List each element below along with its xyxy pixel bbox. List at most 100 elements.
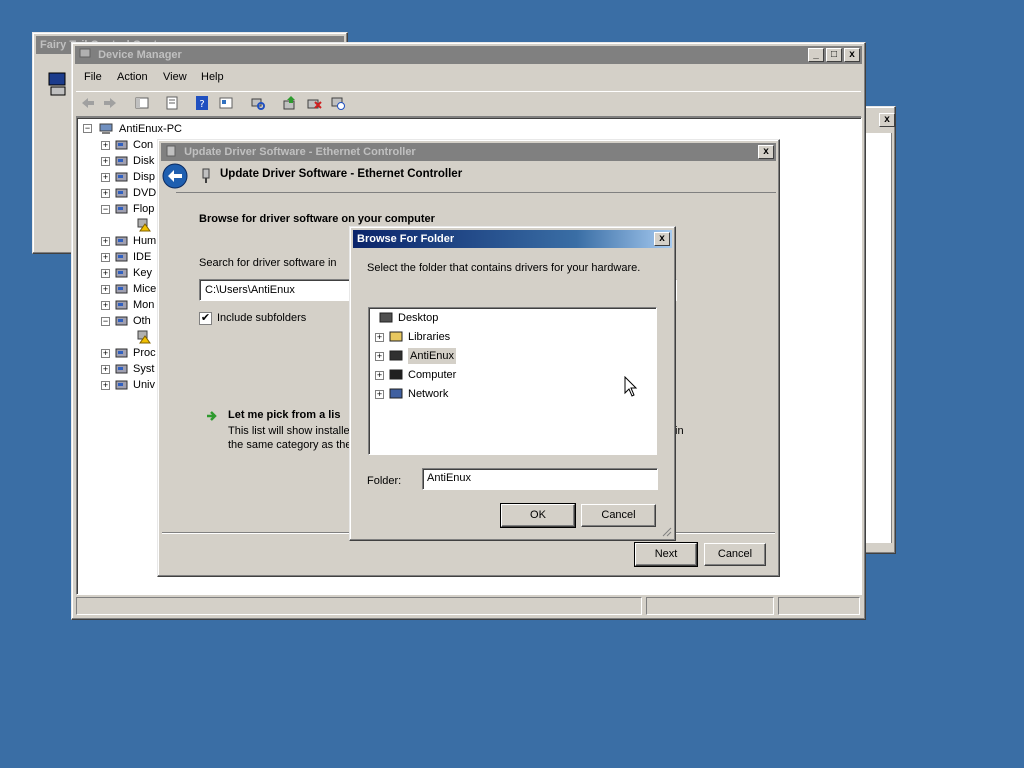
browse-folder-titlebar[interactable]: Browse For Folder x (353, 230, 672, 248)
floppy-drive-icon (115, 204, 128, 214)
folder-label: Folder: (367, 475, 402, 487)
tree-item-label: Mon (133, 299, 155, 311)
device-manager-app-icon (79, 48, 91, 58)
back-icon[interactable] (80, 95, 96, 111)
expand-icon[interactable]: + (101, 157, 110, 166)
close-icon[interactable]: x (654, 232, 670, 246)
tree-item-label: Mice (133, 283, 157, 295)
tree-item-label: Univ (133, 379, 156, 391)
scan-hardware-icon[interactable] (250, 95, 266, 111)
expand-icon[interactable]: + (101, 237, 110, 246)
update-driver-app-icon (166, 145, 176, 157)
help-icon[interactable]: ? (194, 95, 210, 111)
include-subfolders-checkbox[interactable]: ✔ (199, 312, 212, 325)
expand-icon[interactable]: + (101, 269, 110, 278)
expand-icon[interactable]: + (101, 365, 110, 374)
libraries-icon (389, 331, 403, 342)
folder-tree-label: AntiEnux (408, 348, 457, 364)
network-icon (389, 388, 403, 399)
hid-icon (115, 236, 128, 246)
tree-item-label: Hum (133, 235, 157, 247)
browse-heading: Browse for driver software on your compu… (199, 213, 435, 225)
folder-input[interactable]: AntiEnux (422, 468, 658, 490)
toolbar: ? (76, 91, 861, 117)
collapse-icon[interactable]: − (83, 124, 92, 133)
device-manager-titlebar[interactable]: Device Manager _ □ x (75, 46, 862, 64)
show-hide-icon[interactable] (134, 95, 150, 111)
menu-action[interactable]: Action (117, 71, 148, 83)
minimize-icon[interactable]: _ (808, 48, 824, 62)
tree-item-label: Disk (133, 155, 155, 167)
menu-view[interactable]: View (163, 71, 187, 83)
expand-icon[interactable]: + (101, 285, 110, 294)
browse-folder-title: Browse For Folder (357, 233, 455, 245)
pick-from-list-link[interactable]: Let me pick from a lis (228, 409, 340, 421)
collapse-icon[interactable]: − (101, 205, 110, 214)
controller-icon (115, 140, 128, 150)
tree-item-label: Oth (133, 315, 151, 327)
expand-icon[interactable]: + (375, 352, 384, 361)
uninstall-icon[interactable] (306, 95, 322, 111)
expand-icon[interactable]: + (101, 301, 110, 310)
tree-item-label: Proc (133, 347, 156, 359)
tree-item-label: Key (133, 267, 152, 279)
right-window-close-icon[interactable]: x (879, 113, 895, 127)
collapse-icon[interactable]: − (101, 317, 110, 326)
expand-icon[interactable]: + (101, 381, 110, 390)
green-arrow-icon (207, 411, 217, 421)
close-icon[interactable]: x (844, 48, 860, 62)
pick-description-1: This list will show installed (228, 425, 356, 437)
expand-icon[interactable]: + (101, 349, 110, 358)
system-devices-icon (115, 364, 128, 374)
console-tree-icon[interactable] (218, 95, 234, 111)
next-button[interactable]: Next (634, 542, 698, 567)
expand-icon[interactable]: + (375, 371, 384, 380)
folder-tree-label: Computer (408, 369, 457, 381)
cancel-button[interactable]: Cancel (581, 504, 656, 527)
close-icon[interactable]: x (758, 145, 774, 159)
expand-icon[interactable]: + (101, 253, 110, 262)
ide-controller-icon (115, 252, 128, 262)
menu-help[interactable]: Help (201, 71, 224, 83)
folder-tree-label: Network (408, 388, 449, 400)
processor-icon (115, 348, 128, 358)
include-subfolders-label: Include subfolders (217, 312, 307, 324)
mouse-cursor-icon (624, 376, 638, 397)
device-manager-title: Device Manager (98, 49, 182, 61)
expand-icon[interactable]: + (375, 390, 384, 399)
back-arrow-icon[interactable] (161, 162, 189, 190)
cancel-button[interactable]: Cancel (704, 543, 766, 566)
ok-button[interactable]: OK (500, 503, 576, 528)
user-folder-icon (389, 350, 403, 361)
expand-icon[interactable]: + (101, 141, 110, 150)
disable-icon[interactable] (330, 95, 346, 111)
right-background-window[interactable]: x (862, 106, 896, 554)
folder-tree-label: Libraries (408, 331, 451, 343)
forward-icon[interactable] (102, 95, 118, 111)
svg-text:?: ? (199, 99, 204, 110)
maximize-icon[interactable]: □ (826, 48, 842, 62)
keyboard-icon (115, 268, 128, 278)
properties-icon[interactable] (164, 95, 180, 111)
status-pane-2 (646, 597, 774, 615)
mouse-icon (115, 284, 128, 294)
update-driver-icon[interactable] (282, 95, 298, 111)
tree-item-label: DVD (133, 187, 157, 199)
menu-file[interactable]: File (84, 71, 102, 83)
computer-icon (99, 123, 113, 134)
update-driver-titlebar[interactable]: Update Driver Software - Ethernet Contro… (161, 143, 776, 161)
update-driver-header: Update Driver Software - Ethernet Contro… (220, 168, 463, 180)
status-pane-1 (76, 597, 642, 615)
warning-device-icon[interactable] (137, 218, 151, 232)
pick-description-2: the same category as the (228, 439, 352, 451)
expand-icon[interactable]: + (101, 173, 110, 182)
folder-tree-label: Desktop (398, 312, 439, 324)
expand-icon[interactable]: + (101, 189, 110, 198)
expand-icon[interactable]: + (375, 333, 384, 342)
folder-tree[interactable]: Desktop + Libraries + AntiEnux + Computer + Netw… (368, 307, 657, 455)
computer-icon (389, 369, 403, 380)
disk-drive-icon (115, 156, 128, 166)
tree-item-label: IDE (133, 251, 152, 263)
warning-device-icon[interactable] (137, 330, 151, 344)
resize-grip-icon[interactable] (660, 525, 672, 537)
